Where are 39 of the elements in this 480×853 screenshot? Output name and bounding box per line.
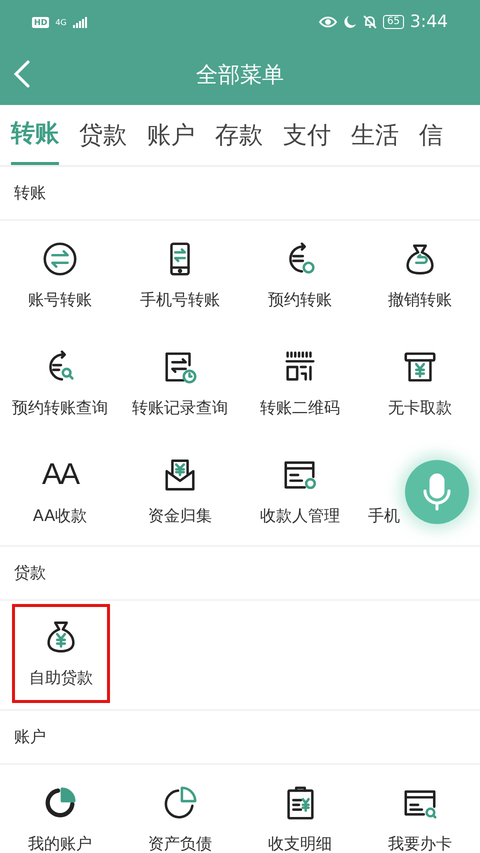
menu-item[interactable]: 收支明细: [240, 765, 360, 853]
menu-item[interactable]: 转账记录查询: [120, 329, 240, 437]
exchange-icon: [41, 240, 79, 278]
battery-level: 65: [383, 15, 404, 29]
menu-item[interactable]: 资产负债: [120, 765, 240, 853]
category-tab[interactable]: 存款: [215, 105, 263, 165]
menu-item[interactable]: 账号转账: [0, 221, 120, 329]
signal-icon: [72, 16, 87, 28]
eye-icon: [319, 16, 338, 28]
moon-icon: [343, 15, 358, 29]
menu-item[interactable]: 我的账户: [0, 765, 120, 853]
voice-button[interactable]: [405, 460, 469, 524]
section-title: 转账: [14, 182, 46, 204]
category-tab[interactable]: 账户: [147, 105, 195, 165]
category-tab[interactable]: 支付: [283, 105, 331, 165]
microphone-icon: [422, 472, 452, 512]
page-title: 全部菜单: [196, 62, 284, 90]
menu-item[interactable]: 撤销转账: [360, 221, 480, 329]
menu-item[interactable]: 我要办卡: [360, 765, 480, 853]
section-title: 账户: [14, 726, 46, 748]
menu-item[interactable]: 预约转账查询: [0, 329, 120, 437]
menu-item[interactable]: AA AA收款: [0, 437, 120, 545]
menu-item[interactable]: 手机: [360, 437, 480, 545]
menu-item[interactable]: 收款人管理: [240, 437, 360, 545]
section-title: 贷款: [14, 562, 46, 584]
category-tab[interactable]: 贷款: [79, 105, 127, 165]
hd-icon: HD: [32, 16, 50, 28]
menu-item[interactable]: 预约转账: [240, 221, 360, 329]
clock-time: 3:44: [410, 12, 448, 32]
category-tab[interactable]: 信: [419, 105, 443, 165]
aa-icon: AA: [42, 456, 78, 494]
menu-item[interactable]: 自助贷款: [12, 604, 110, 703]
network-label: 4G: [55, 18, 67, 26]
menu-item[interactable]: 资金归集: [120, 437, 240, 545]
menu-item[interactable]: 手机号转账: [120, 221, 240, 329]
menu-item[interactable]: 转账二维码: [240, 329, 360, 437]
menu-item[interactable]: 无卡取款: [360, 329, 480, 437]
muted-bell-icon: [363, 15, 378, 29]
category-tab[interactable]: 生活: [351, 105, 399, 165]
